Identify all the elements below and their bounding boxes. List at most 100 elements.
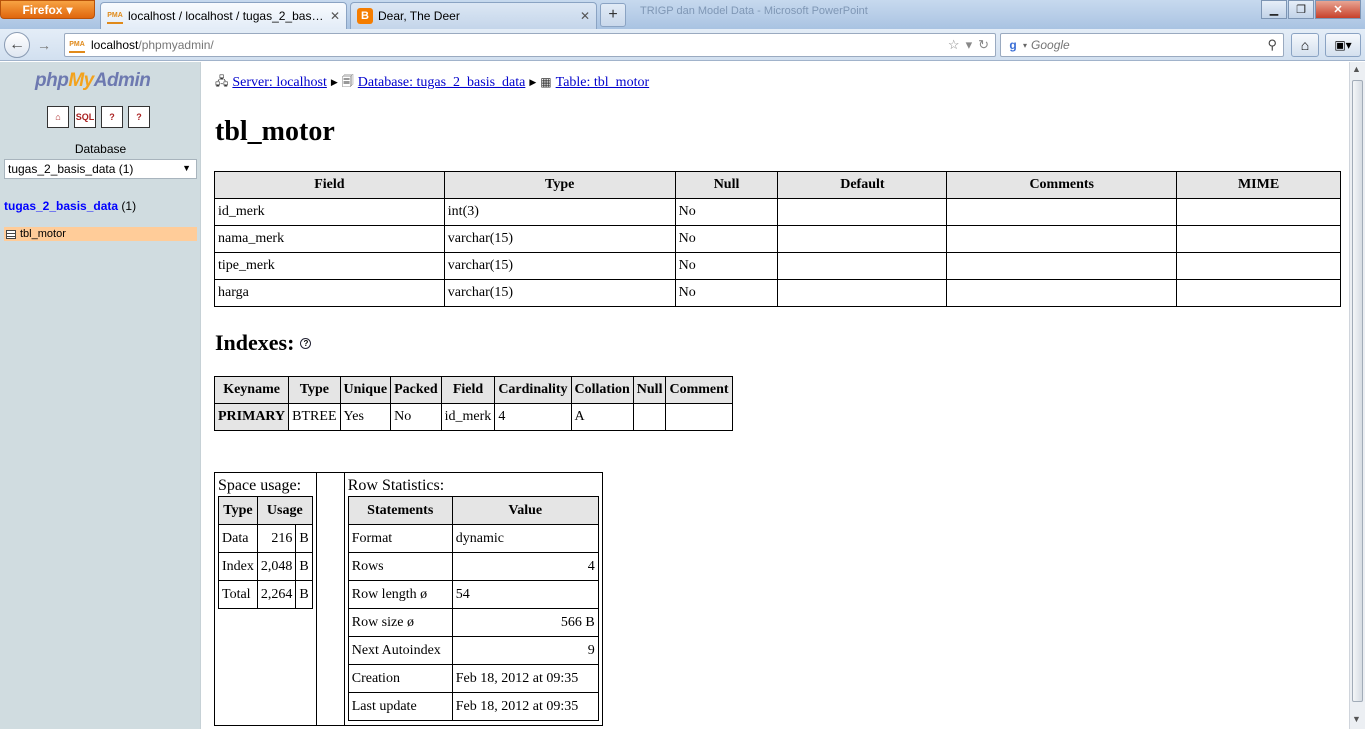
space-usage-panel: Space usage: Type Usage Data 216 B Index… [214,472,317,726]
back-button[interactable]: ← [4,32,30,58]
bookmark-star-icon[interactable]: ☆ [948,37,960,53]
database-link[interactable]: tugas_2_basis_data [4,199,118,213]
table-cell [777,198,948,226]
blogger-favicon-icon: B [357,8,373,24]
search-input[interactable] [1031,38,1232,52]
table-cell: No [674,252,779,280]
history-dropdown-icon[interactable]: ▾ [966,37,973,53]
table-icon: ▦ [540,75,552,89]
background-window-title: TRIGP dan Model Data - Microsoft PowerPo… [640,5,868,17]
home-button[interactable]: ⌂ [1291,33,1319,57]
url-bar[interactable]: PMA localhost/phpmyadmin/ ☆ ▾ ↻ [64,33,996,57]
row-statistics-panel: Row Statistics: Statements Value Format [343,472,603,726]
table-cell: Creation [347,664,453,693]
logo-part: php [35,70,69,91]
column-header: Null [632,376,667,404]
database-link-row: tugas_2_basis_data (1) [4,199,136,213]
scrollbar-thumb[interactable] [1352,80,1363,702]
browser-titlebar: Firefox ▾ PMA localhost / localhost / tu… [0,0,1365,29]
forward-button[interactable]: → [33,35,55,55]
restore-button[interactable]: ❐ [1288,0,1314,19]
row-statistics-table: Statements Value Format dynamic Rows 4 R… [347,496,599,721]
table-cell [1176,198,1341,226]
new-tab-button[interactable]: + [600,3,626,27]
docs-icon[interactable]: ? [128,106,150,128]
vertical-scrollbar[interactable]: ▲ ▼ [1349,62,1365,729]
table-cell [946,252,1178,280]
table-cell [946,279,1178,307]
google-icon: g [1009,38,1017,52]
column-header: Field [214,171,445,199]
table-cell: Rows [347,552,453,581]
table-cell [1176,252,1341,280]
help-icon[interactable]: ? [300,337,312,349]
breadcrumb-server[interactable]: Server: localhost [232,75,326,91]
chevron-down-icon: ▼ [182,163,191,173]
table-cell: 216 [256,524,297,553]
home-icon: ⌂ [1300,37,1310,53]
table-row: harga varchar(15) No [214,279,1341,307]
close-tab-icon[interactable]: ✕ [580,9,590,23]
minimize-icon: ▁ [1269,4,1279,16]
tab-title: Dear, The Deer [378,9,460,23]
query-window-icon[interactable]: ? [101,106,123,128]
table-cell: tipe_merk [214,252,445,280]
phpmyadmin-logo[interactable]: phpMyAdmin [35,70,151,92]
phpmyadmin-favicon-icon: PMA [107,8,123,24]
pma-navigation-frame: phpMyAdmin ⌂ SQL ? ? Database tugas_2_ba… [0,62,201,729]
table-cell: varchar(15) [443,225,676,253]
search-bar[interactable]: g ▾ ⚲ [1000,33,1284,57]
table-row: Last update Feb 18, 2012 at 09:35 [347,692,599,721]
table-icon [6,229,16,239]
home-icon[interactable]: ⌂ [47,106,69,128]
close-tab-icon[interactable]: ✕ [330,9,340,23]
database-table-count: (1) [121,199,137,213]
table-cell: Feb 18, 2012 at 09:35 [451,692,599,721]
breadcrumb-database[interactable]: Database: tugas_2_basis_data [358,75,526,91]
database-icon: 🗐 [341,74,354,88]
indexes-table: Keyname Type Unique Packed Field Cardina… [213,376,733,431]
table-row: Data 216 B [218,524,313,553]
reload-icon[interactable]: ↻ [978,37,989,53]
column-header: Comments [946,171,1178,199]
breadcrumb-table[interactable]: Table: tbl_motor [556,75,650,91]
table-cell: varchar(15) [443,279,676,307]
database-select[interactable]: tugas_2_basis_data (1) ▼ [4,159,197,179]
column-header: Value [451,496,599,525]
column-header: MIME [1176,171,1341,199]
sql-icon[interactable]: SQL [74,106,96,128]
scroll-up-icon[interactable]: ▲ [1352,64,1361,74]
tab-blogger[interactable]: B Dear, The Deer ✕ [350,2,597,29]
statistics-container: Space usage: Type Usage Data 216 B Index… [214,472,603,726]
firefox-menu-button[interactable]: Firefox ▾ [0,0,95,19]
table-row: Next Autoindex 9 [347,636,599,665]
site-identity-icon[interactable]: PMA [69,37,85,53]
table-cell: 566 B [451,608,599,637]
sidebar-item-label: tbl_motor [20,228,66,240]
arrow-left-icon: ← [9,36,25,53]
sidebar-item-tbl-motor[interactable]: tbl_motor [4,227,197,241]
table-cell: varchar(15) [443,252,676,280]
search-icon[interactable]: ⚲ [1267,37,1277,53]
table-cell: Data [218,524,258,553]
logo-part: My [68,70,94,91]
tab-phpmyadmin[interactable]: PMA localhost / localhost / tugas_2_basi… [100,2,347,29]
breadcrumb: 🖧 Server: localhost ▶ 🗐 Database: tugas_… [215,72,649,93]
column-header: Usage [256,496,313,525]
puzzle-icon: ▣▾ [1334,38,1352,52]
table-cell [1176,279,1341,307]
scroll-down-icon[interactable]: ▼ [1352,714,1361,724]
table-cell: Format [347,524,453,553]
table-cell: 4 [494,403,572,431]
table-cell [632,403,667,431]
close-window-button[interactable]: ✕ [1315,0,1361,19]
structure-table: Field Type Null Default Comments MIME id… [214,171,1341,307]
table-header-row: Type Usage [218,496,313,525]
column-header: Null [674,171,779,199]
table-row: Row length ø 54 [347,580,599,609]
search-engine-selector[interactable]: g ▾ [1005,37,1027,53]
addons-menu-button[interactable]: ▣▾ [1325,33,1361,57]
table-header-row: Field Type Null Default Comments MIME [214,171,1341,199]
minimize-button[interactable]: ▁ [1261,0,1287,19]
chevron-down-icon: ▾ [1023,40,1028,50]
